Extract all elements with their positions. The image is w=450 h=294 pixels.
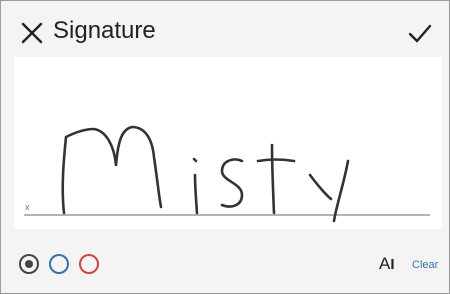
signature-canvas[interactable]: x [14, 57, 442, 229]
pen-color-blue[interactable] [49, 254, 69, 274]
close-button[interactable] [21, 22, 43, 44]
pen-color-black[interactable] [19, 254, 39, 274]
dialog-header: Signature [1, 1, 449, 57]
confirm-button[interactable] [407, 23, 433, 45]
type-signature-button[interactable]: AI [379, 253, 395, 275]
close-icon [21, 22, 43, 44]
dialog-title: Signature [53, 17, 156, 44]
signature-ink [24, 125, 430, 223]
pen-color-red[interactable] [79, 254, 99, 274]
baseline-x-marker: x [25, 202, 30, 212]
signature-strokes [61, 125, 350, 223]
checkmark-icon [408, 24, 432, 43]
clear-button[interactable]: Clear [412, 258, 438, 272]
font-letter: A [379, 254, 391, 273]
text-cursor-icon: I [390, 256, 395, 273]
dialog-footer: AI Clear [1, 229, 449, 293]
selected-indicator [25, 260, 33, 268]
signature-dialog: Signature x AI Clear [0, 0, 450, 294]
